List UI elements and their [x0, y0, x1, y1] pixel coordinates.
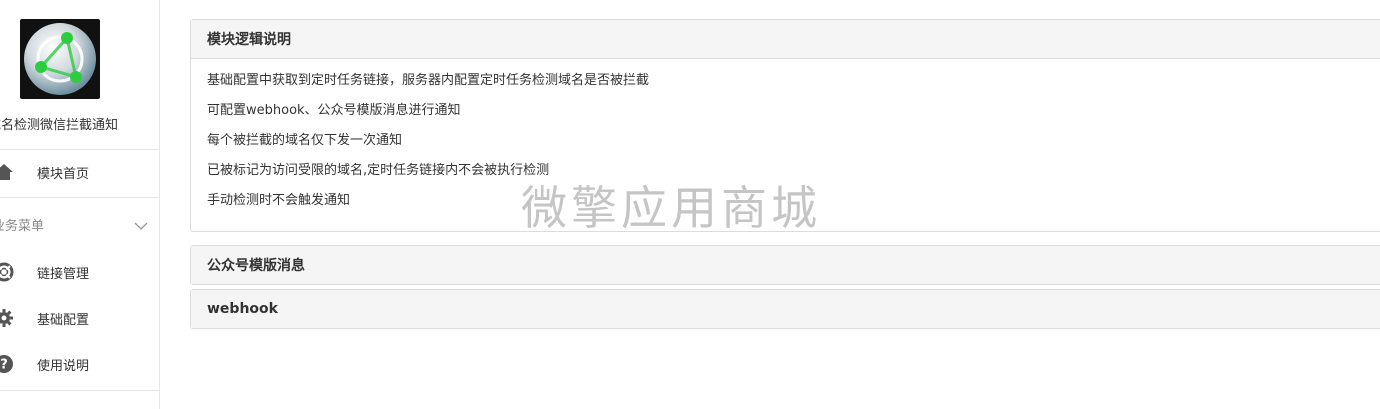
sidebar-item-link-manage[interactable]: 链接管理: [0, 255, 159, 289]
menu-group-business[interactable]: 业务菜单: [0, 208, 159, 238]
logic-line: 每个被拦截的域名仅下发一次通知: [207, 133, 403, 148]
svg-text:?: ?: [0, 358, 8, 373]
panel-heading-webhook[interactable]: webhook: [191, 290, 1380, 328]
divider: [0, 149, 159, 150]
panel-heading-wechat-template[interactable]: 公众号模版消息: [191, 246, 1380, 284]
logic-line: 基础配置中获取到定时任务链接，服务器内配置定时任务检测域名是否被拦截: [207, 73, 650, 88]
sidebar: 域名检测微信拦截通知 模块首页 业务菜单 链接管理 基础配置 ? 使用说明: [0, 0, 160, 409]
lifebuoy-icon: [0, 262, 14, 282]
sidebar-item-basic-config[interactable]: 基础配置: [0, 301, 159, 335]
home-icon: [0, 162, 14, 182]
logic-line: 手动检测时不会触发通知: [207, 193, 351, 208]
panel-wechat-template: 公众号模版消息: [190, 245, 1380, 285]
sidebar-item-usage-guide[interactable]: ? 使用说明: [0, 347, 159, 381]
panel-body-module-logic: 基础配置中获取到定时任务链接，服务器内配置定时任务检测域名是否被拦截 可配置we…: [191, 59, 1380, 231]
sidebar-item-label: 链接管理: [37, 266, 90, 282]
panel-module-logic: 模块逻辑说明 基础配置中获取到定时任务链接，服务器内配置定时任务检测域名是否被拦…: [190, 19, 1380, 232]
question-circle-icon: ?: [0, 354, 14, 374]
sidebar-item-label: 使用说明: [37, 358, 90, 374]
panel-webhook: webhook: [190, 289, 1380, 329]
panel-heading-module-logic[interactable]: 模块逻辑说明: [191, 20, 1380, 59]
menu-group-label: 业务菜单: [0, 219, 45, 234]
app-logo-icon: [24, 23, 96, 95]
app-name: 域名检测微信拦截通知: [0, 118, 119, 133]
logic-line: 已被标记为访问受限的域名,定时任务链接内不会被执行检测: [207, 163, 550, 178]
divider: [0, 390, 159, 391]
nav-item-home[interactable]: 模块首页: [0, 155, 159, 189]
sidebar-item-label: 基础配置: [37, 312, 90, 328]
nav-item-home-label: 模块首页: [37, 166, 90, 182]
logic-line: 可配置webhook、公众号模版消息进行通知: [207, 103, 461, 118]
chevron-down-icon: [134, 216, 148, 235]
divider: [0, 197, 159, 198]
gear-icon: [0, 308, 14, 328]
app-logo: [20, 19, 100, 99]
